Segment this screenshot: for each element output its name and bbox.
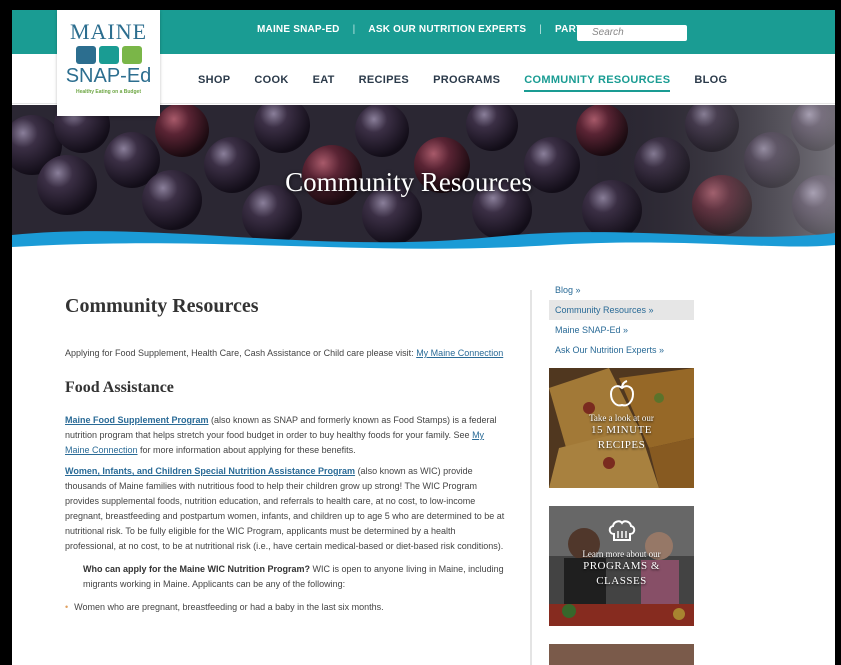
nav-cook[interactable]: COOK: [254, 74, 288, 92]
list-item-text: Women who are pregnant, breastfeeding or…: [74, 602, 384, 612]
wic-paragraph: Women, Infants, and Children Special Nut…: [65, 464, 505, 554]
promo-15-minute-recipes[interactable]: Take a look at our 15 MINUTE RECIPES: [549, 368, 694, 488]
intro-paragraph: Applying for Food Supplement, Health Car…: [65, 346, 505, 361]
top-link-separator: |: [352, 24, 356, 35]
promo1-title-line1: 15 MINUTE: [590, 424, 653, 436]
top-link-maine-snap-ed[interactable]: MAINE SNAP-ED: [257, 24, 340, 35]
top-link-ask-experts[interactable]: ASK OUR NUTRITION EXPERTS: [368, 24, 526, 35]
logo-tagline: Healthy Eating on a Budget: [75, 89, 141, 95]
sidebar-link-community-resources[interactable]: Community Resources »: [549, 300, 694, 320]
page-title: Community Resources: [65, 295, 259, 317]
wic-text: (also known as WIC) provide thousands of…: [65, 466, 505, 551]
browser-page: MAINE SNAP-ED | ASK OUR NUTRITION EXPERT…: [12, 10, 835, 665]
wic-program-link[interactable]: Women, Infants, and Children Special Nut…: [65, 466, 355, 476]
promo1-title-line2: RECIPES: [597, 439, 646, 451]
search-input[interactable]: Search: [577, 25, 687, 41]
promo1-intro: Take a look at our: [589, 413, 654, 423]
nav-community-resources[interactable]: COMMUNITY RESOURCES: [524, 74, 671, 92]
snap-paragraph: Maine Food Supplement Program (also know…: [65, 413, 505, 458]
promo2-title-line2: CLASSES: [596, 575, 647, 587]
food-assistance-heading: Food Assistance: [65, 379, 174, 396]
bullet-icon: •: [65, 602, 69, 612]
snap-text-end: for more information about applying for …: [137, 445, 356, 455]
hero-banner: Community Resources: [12, 105, 835, 255]
nav-shop[interactable]: SHOP: [198, 74, 230, 92]
promo2-intro: Learn more about our: [582, 549, 661, 559]
who-can-apply-paragraph: Who can apply for the Maine WIC Nutritio…: [65, 562, 505, 592]
promo2-title-line1: PROGRAMS &: [583, 560, 660, 572]
top-links: MAINE SNAP-ED | ASK OUR NUTRITION EXPERT…: [257, 24, 611, 35]
my-maine-connection-link[interactable]: My Maine Connection: [416, 348, 503, 358]
apple-icon: [609, 380, 634, 407]
promo-third-partial[interactable]: [549, 644, 694, 665]
nav-eat[interactable]: EAT: [313, 74, 335, 92]
basket-icon: [75, 46, 96, 64]
maine-food-supplement-link[interactable]: Maine Food Supplement Program: [65, 415, 209, 425]
who-can-apply-question: Who can apply for the Maine WIC Nutritio…: [83, 564, 311, 574]
site-logo[interactable]: MAINE SNAP-Ed Healthy Eating on a Budget: [57, 10, 160, 116]
logo-icons: [57, 46, 160, 64]
promo-programs-classes[interactable]: Learn more about our PROGRAMS & CLASSES: [549, 506, 694, 626]
nav-blog[interactable]: BLOG: [694, 74, 727, 92]
top-link-separator: |: [539, 24, 543, 35]
sidebar-link-ask-experts[interactable]: Ask Our Nutrition Experts »: [549, 340, 694, 360]
nav-programs[interactable]: PROGRAMS: [433, 74, 500, 92]
list-item: • Women who are pregnant, breastfeeding …: [65, 600, 505, 615]
sidebar: Blog » Community Resources » Maine SNAP-…: [549, 280, 694, 665]
intro-text: Applying for Food Supplement, Health Car…: [65, 348, 417, 358]
nav-recipes[interactable]: RECIPES: [359, 74, 409, 92]
chef-hat-icon: [608, 520, 635, 541]
sidebar-link-blog[interactable]: Blog »: [549, 280, 694, 300]
content-divider: [530, 290, 532, 665]
logo-snap-ed-text: SNAP-Ed: [65, 65, 152, 87]
chef-hat-icon: [98, 46, 119, 64]
hero-title: Community Resources: [285, 167, 532, 197]
sidebar-link-maine-snap-ed[interactable]: Maine SNAP-Ed »: [549, 320, 694, 340]
logo-maine-text: MAINE: [69, 19, 148, 44]
apple-icon: [121, 46, 142, 64]
main-content: Community Resources Applying for Food Su…: [65, 295, 505, 615]
